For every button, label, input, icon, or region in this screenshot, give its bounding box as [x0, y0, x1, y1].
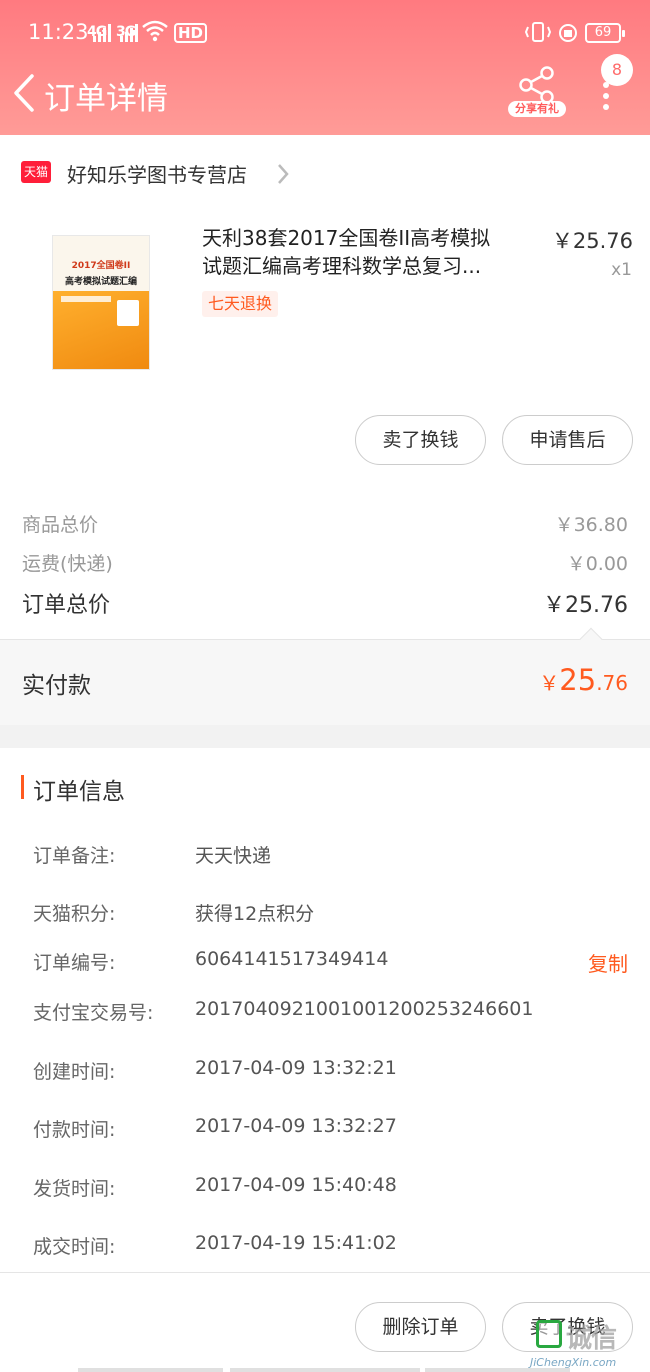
goods-total-value: ￥36.80: [554, 514, 628, 536]
product-thumbnail[interactable]: 2017全国卷II 高考模拟试题汇编: [52, 235, 150, 370]
app-header: 11:23 4G 3G HD 69 订单详情 分享: [0, 0, 650, 135]
wifi-icon: [142, 20, 168, 42]
cover-title: 2017全国卷II: [71, 261, 131, 271]
product-title-line1: 天利38套2017全国卷II高考模拟: [202, 226, 491, 250]
paid-amount: ￥25.76: [539, 663, 628, 697]
battery-icon: 69: [585, 23, 625, 43]
return-policy-tag: 七天退换: [202, 291, 279, 317]
watermark-text: 诚信: [566, 1324, 617, 1354]
watermark-logo-icon: [536, 1320, 562, 1348]
share-icon: [519, 66, 554, 104]
product-price: ￥25.76: [551, 229, 633, 253]
vibrate-icon: [524, 22, 552, 42]
signal-icon-2: [120, 24, 138, 42]
order-total-label: 订单总价: [22, 593, 111, 618]
cover-subtitle: 高考模拟试题汇编: [64, 277, 137, 287]
copy-button[interactable]: 复制: [588, 948, 628, 977]
more-menu-icon[interactable]: [598, 82, 614, 112]
message-badge[interactable]: 8: [601, 54, 633, 86]
order-number: 6064141517349414: [195, 948, 389, 970]
goods-total-label: 商品总价: [22, 514, 99, 536]
product-title[interactable]: 天利38套2017全国卷II高考模拟 试题汇编高考理科数学总复习...: [202, 224, 532, 280]
store-row[interactable]: 天猫 好知乐学图书专营店: [0, 135, 650, 210]
order-info-section: 订单信息 订单备注: 天天快递 天猫积分: 获得12点积分 订单编号: 6064…: [0, 748, 650, 1272]
tmall-icon: 天猫: [21, 161, 51, 183]
alarm-icon: [559, 24, 577, 42]
store-name[interactable]: 好知乐学图书专营店: [67, 159, 247, 188]
chevron-right-icon: [278, 164, 289, 184]
order-card: 天猫 好知乐学图书专营店 2017全国卷II 高考模拟试题汇编 天利38套201…: [0, 135, 650, 725]
back-arrow-icon[interactable]: [12, 73, 38, 113]
share-button[interactable]: 分享有礼: [508, 66, 566, 120]
share-label: 分享有礼: [508, 101, 566, 117]
paid-label: 实付款: [22, 673, 91, 699]
paid-amount-box: 实付款 ￥25.76: [0, 627, 650, 725]
watermark-url: JiChengXin.com: [530, 1356, 617, 1369]
product-title-line2: 试题汇编高考理科数学总复习...: [202, 254, 482, 278]
order-info-title: 订单信息: [33, 779, 125, 805]
delete-order-button[interactable]: 删除订单: [355, 1302, 486, 1352]
after-sale-button[interactable]: 申请售后: [502, 415, 633, 465]
watermark: 诚信 JiChengXin.com: [530, 1318, 650, 1372]
page-title: 订单详情: [44, 81, 168, 117]
shipping-value: ￥0.00: [566, 553, 628, 575]
sell-for-cash-button[interactable]: 卖了换钱: [355, 415, 486, 465]
signal-icon: [93, 24, 111, 42]
status-time: 11:23: [28, 20, 89, 44]
order-total-value: ￥25.76: [543, 593, 628, 618]
product-quantity: x1: [611, 260, 632, 280]
status-bar: 11:23 4G 3G HD 69: [0, 0, 650, 66]
shipping-label: 运费(快递): [22, 553, 113, 575]
hd-voice-icon: HD: [174, 23, 208, 43]
